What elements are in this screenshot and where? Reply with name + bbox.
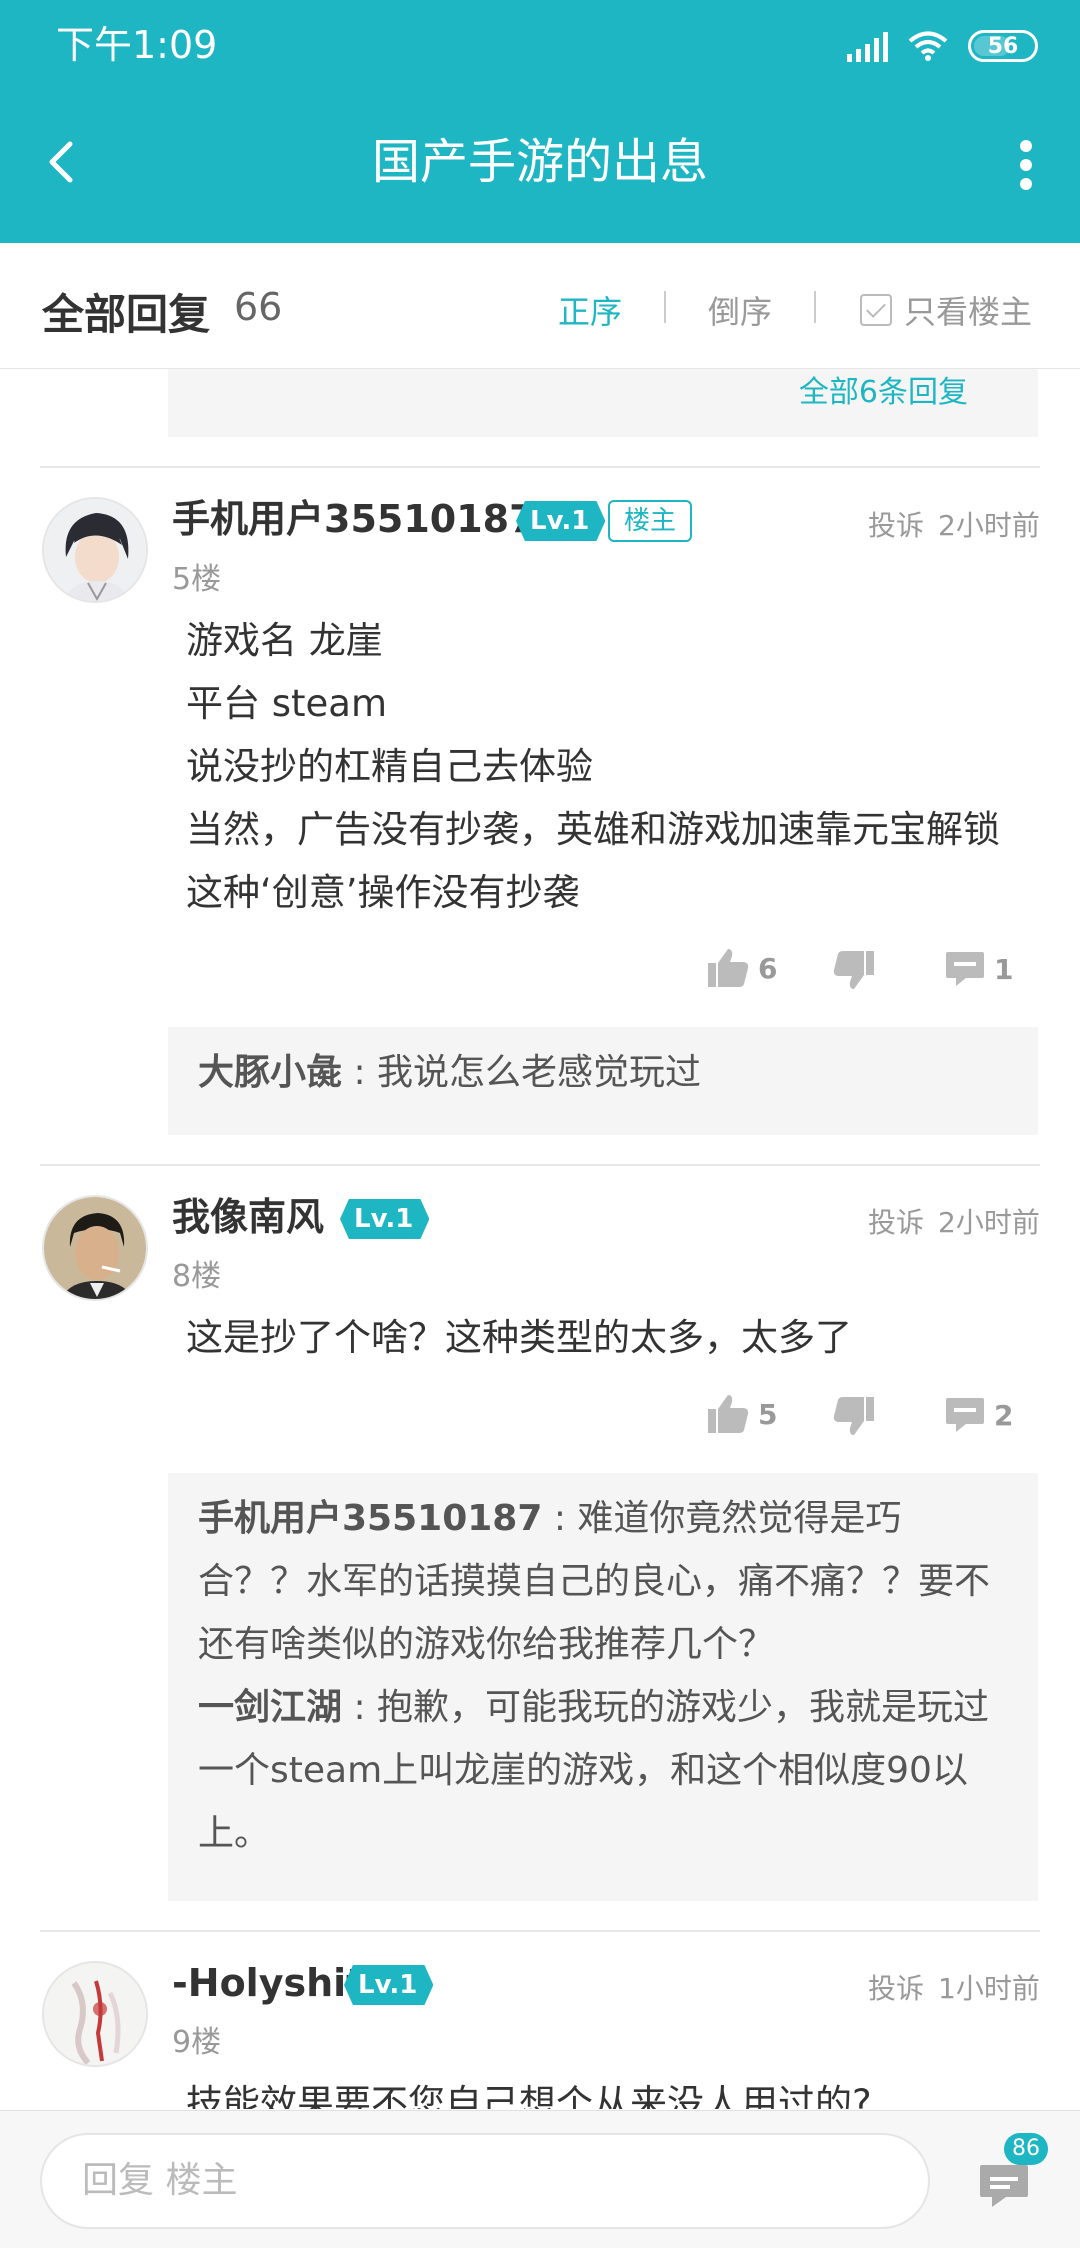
divider — [664, 291, 666, 323]
thumbs-down-icon — [833, 951, 874, 989]
all-replies-count: 66 — [234, 285, 283, 329]
sub-reply[interactable]: 大豚小彘 : 我说怎么老感觉玩过 — [198, 1041, 1008, 1104]
reply-separator: : — [342, 1687, 378, 1728]
timestamp: 2小时前 — [938, 509, 1040, 542]
report-link[interactable]: 投诉 — [868, 1201, 924, 1241]
comment-icon — [946, 952, 984, 986]
sort-ascending-button[interactable]: 正序 — [558, 287, 622, 333]
thumbs-down-icon — [833, 1397, 874, 1435]
avatar[interactable] — [42, 497, 148, 603]
username[interactable]: 我像南风 — [172, 1195, 324, 1239]
comment-count: 2 — [994, 1398, 1014, 1432]
comment-button[interactable]: 2 — [944, 1394, 1013, 1436]
thumbs-up-icon — [708, 1395, 749, 1433]
sort-bar: 全部回复 66 正序 倒序 只看楼主 — [0, 243, 1080, 369]
post-line: 游戏名 龙崖 — [186, 619, 383, 662]
reply-box: 大豚小彘 : 我说怎么老感觉玩过 — [168, 1027, 1038, 1135]
app-header: 下午1:09 56 国产手游的出息 — [0, 0, 1080, 243]
reply-username[interactable]: 一剑江湖 — [198, 1687, 342, 1728]
reply-username[interactable]: 大豚小彘 — [198, 1052, 342, 1093]
more-vertical-icon[interactable] — [1018, 140, 1034, 190]
reply-box: 全部6条回复 — [168, 369, 1038, 437]
avatar[interactable] — [42, 1195, 148, 1301]
battery-icon: 56 — [968, 30, 1038, 62]
level-badge: Lv.1 — [516, 501, 606, 541]
sub-reply[interactable]: 一剑江湖 : 抱歉，可能我玩的游戏少，我就是玩过一个steam上叫龙崖的游戏，和… — [198, 1676, 1008, 1865]
post-content: 技能效果要不您自己想个从来没人用过的? — [186, 2072, 1046, 2109]
signal-icon — [847, 30, 888, 62]
like-button[interactable]: 6 — [706, 947, 777, 989]
page-title: 国产手游的出息 — [371, 134, 708, 190]
divider — [40, 1164, 1040, 1166]
timestamp: 1小时前 — [938, 1972, 1040, 2005]
reply-input[interactable]: 回复 楼主 — [40, 2133, 930, 2229]
reply-username[interactable]: 手机用户35510187 — [198, 1498, 542, 1539]
checkbox-icon[interactable] — [860, 294, 892, 326]
post-content: 游戏名 龙崖 平台 steam 说没抄的杠精自己去体验 当然，广告没有抄袭，英雄… — [186, 609, 1046, 924]
floor-number: 5楼 — [172, 562, 222, 597]
floor-number: 8楼 — [172, 1259, 222, 1294]
status-time: 下午1:09 — [56, 23, 218, 67]
op-badge: 楼主 — [608, 500, 693, 542]
only-op-toggle[interactable]: 只看楼主 — [860, 287, 1032, 333]
timestamp: 2小时前 — [938, 1206, 1040, 1239]
comment-button[interactable]: 1 — [944, 948, 1013, 990]
post-line: 平台 steam — [186, 682, 388, 725]
username[interactable]: -Holyshit — [172, 1961, 364, 2005]
reply-text: 我说怎么老感觉玩过 — [377, 1052, 702, 1093]
post-line: 说没抄的杠精自己去体验 — [186, 745, 593, 788]
comment-count: 1 — [994, 952, 1014, 986]
thumbs-up-icon — [708, 949, 749, 987]
only-op-label: 只看楼主 — [904, 293, 1033, 331]
divider — [40, 1930, 1040, 1932]
like-count: 5 — [758, 1397, 778, 1431]
dislike-button[interactable] — [832, 1395, 876, 1437]
level-badge: Lv.1 — [340, 1199, 430, 1239]
divider — [40, 466, 1040, 468]
divider — [814, 291, 816, 323]
reply-list: 全部6条回复 手机用户35510187 Lv.1 楼主 投诉 2小时前 5楼 游… — [0, 369, 1080, 2109]
username[interactable]: 手机用户35510187 — [172, 497, 536, 541]
message-count-badge: 86 — [1004, 2133, 1048, 2165]
post-line: 当然，广告没有抄袭，英雄和游戏加速靠元宝解锁 — [186, 808, 1000, 851]
like-count: 6 — [758, 951, 778, 985]
post-content: 这是抄了个啥？这种类型的太多，太多了 — [186, 1306, 1046, 1369]
report-link[interactable]: 投诉 — [868, 1967, 924, 2007]
wifi-icon — [908, 31, 948, 61]
report-link[interactable]: 投诉 — [868, 504, 924, 544]
like-button[interactable]: 5 — [706, 1393, 777, 1435]
sort-descending-button[interactable]: 倒序 — [708, 287, 772, 333]
comment-icon — [946, 1398, 984, 1432]
level-badge: Lv.1 — [344, 1965, 434, 2005]
avatar[interactable] — [42, 1961, 148, 2067]
message-icon[interactable] — [976, 2157, 1032, 2213]
dislike-button[interactable] — [832, 949, 876, 991]
reply-separator: : — [542, 1498, 578, 1539]
all-replies-title: 全部回复 — [42, 290, 211, 339]
post-line: 技能效果要不您自己想个从来没人用过的? — [186, 2082, 872, 2109]
bottom-bar: 回复 楼主 86 — [0, 2110, 1080, 2248]
post-line: 这种‘创意’操作没有抄袭 — [186, 871, 580, 914]
sub-reply[interactable]: 手机用户35510187 : 难道你竟然觉得是巧合？？水军的话摸摸自己的良心，痛… — [198, 1487, 1008, 1676]
floor-number: 9楼 — [172, 2025, 222, 2060]
status-icons: 56 — [847, 26, 1038, 66]
reply-separator: : — [342, 1052, 378, 1093]
view-all-replies-link[interactable]: 全部6条回复 — [799, 369, 968, 411]
post-line: 这是抄了个啥？这种类型的太多，太多了 — [186, 1316, 852, 1359]
reply-box: 手机用户35510187 : 难道你竟然觉得是巧合？？水军的话摸摸自己的良心，痛… — [168, 1473, 1038, 1901]
